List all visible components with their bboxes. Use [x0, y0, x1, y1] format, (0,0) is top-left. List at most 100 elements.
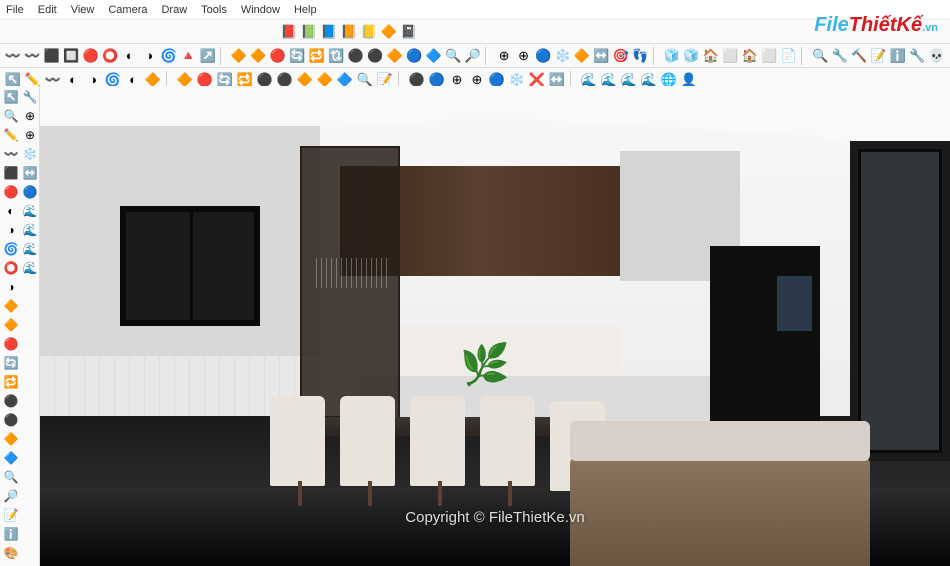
blue-icon[interactable]: 🔵	[534, 47, 551, 65]
info-icon[interactable]: ℹ️	[889, 47, 906, 65]
diamond-icon[interactable]: 🔶	[386, 47, 403, 65]
backsplash	[400, 326, 620, 376]
side-tool-14[interactable]: 🔄	[2, 354, 20, 372]
target-icon[interactable]: 🎯	[612, 47, 629, 65]
square-icon[interactable]: ⬜	[761, 47, 778, 65]
arc-icon[interactable]: ◐	[121, 47, 138, 65]
side-tool-2[interactable]: ✏️	[2, 126, 20, 144]
menu-file[interactable]: File	[6, 4, 24, 16]
house-icon[interactable]: 🏠	[741, 47, 758, 65]
side-tool-9[interactable]: ⭕	[2, 259, 20, 277]
viewport-3d[interactable]: Front Right Perspective	[40, 86, 950, 566]
page-icon[interactable]: 📄	[780, 47, 797, 65]
side-tool-19[interactable]: 🔷	[2, 449, 20, 467]
hammer-icon[interactable]: 🔨	[850, 47, 867, 65]
book-icon[interactable]: 📙	[340, 23, 358, 41]
cube-icon[interactable]: 🧊	[663, 47, 680, 65]
side-tool-32[interactable]: 🌊	[21, 221, 39, 239]
side-tool-33[interactable]: 🌊	[21, 240, 39, 258]
side-tool-1[interactable]: 🔍	[2, 107, 20, 125]
house-icon[interactable]: 🏠	[702, 47, 719, 65]
menu-camera[interactable]: Camera	[108, 4, 147, 16]
side-tool-29[interactable]: ↔️	[21, 164, 39, 182]
wave-icon[interactable]: 〰️	[4, 47, 21, 65]
scene-render: Front Right Perspective	[40, 86, 950, 566]
menu-window[interactable]: Window	[241, 4, 280, 16]
side-tool-10[interactable]: ◑	[2, 278, 20, 296]
side-tool-21[interactable]: 🔎	[2, 487, 20, 505]
search-icon[interactable]: 🔍	[811, 47, 828, 65]
zoom-icon[interactable]: 🔍	[445, 47, 462, 65]
side-tool-8[interactable]: 🌀	[2, 240, 20, 258]
menu-tools[interactable]: Tools	[201, 4, 227, 16]
menu-help[interactable]: Help	[294, 4, 317, 16]
square-icon[interactable]: ⬛	[43, 47, 60, 65]
side-tool-5[interactable]: 🔴	[2, 183, 20, 201]
move-icon[interactable]: 🔶	[230, 47, 247, 65]
side-tool-23[interactable]: ℹ️	[2, 525, 20, 543]
book-icon[interactable]: 📘	[320, 23, 338, 41]
arrow-icon[interactable]: ↗️	[199, 47, 216, 65]
book-icon[interactable]: 📕	[280, 23, 298, 41]
side-tool-15[interactable]: 🔁	[2, 373, 20, 391]
book-icon[interactable]: 📒	[360, 23, 378, 41]
side-tool-17[interactable]: ⚫	[2, 411, 20, 429]
side-tool-7[interactable]: ◑	[2, 221, 20, 239]
side-tool-3[interactable]: 〰️	[2, 145, 20, 163]
circle-icon[interactable]: 🔴	[82, 47, 99, 65]
wrench-icon[interactable]: 🔧	[909, 47, 926, 65]
side-tool-22[interactable]: 📝	[2, 506, 20, 524]
side-tool-16[interactable]: ⚫	[2, 392, 20, 410]
side-tool-4[interactable]: ⬛	[2, 164, 20, 182]
dot-icon[interactable]: ⚫	[347, 47, 364, 65]
side-tool-18[interactable]: 🔶	[2, 430, 20, 448]
watermark-text: Copyright © FileThietKe.vn	[405, 509, 584, 526]
book-icon[interactable]: 📗	[300, 23, 318, 41]
diamond-icon[interactable]: 🔶	[573, 47, 590, 65]
diamond-icon[interactable]: 🔷	[425, 47, 442, 65]
side-tool-28[interactable]: ❄️	[21, 145, 39, 163]
note-icon[interactable]: 📝	[870, 47, 887, 65]
arrows-icon[interactable]: ↔️	[593, 47, 610, 65]
side-tool-30[interactable]: 🔵	[21, 183, 39, 201]
rotate-icon[interactable]: 🔃	[328, 47, 345, 65]
diamond-icon[interactable]: 🔶	[380, 23, 398, 41]
menu-view[interactable]: View	[71, 4, 95, 16]
rect-icon[interactable]: 🔲	[62, 47, 79, 65]
blue-icon[interactable]: 🔵	[406, 47, 423, 65]
plus-icon[interactable]: ⊕	[515, 47, 532, 65]
side-tool-6[interactable]: ◐	[2, 202, 20, 220]
side-tool-27[interactable]: ⊕	[21, 126, 39, 144]
side-tool-11[interactable]: 🔶	[2, 297, 20, 315]
side-tool-25[interactable]: 🔧	[21, 88, 39, 106]
side-tool-0[interactable]: ↖️	[2, 88, 20, 106]
dot-icon[interactable]: 🔴	[269, 47, 286, 65]
side-tool-26[interactable]: ⊕	[21, 107, 39, 125]
side-tool-13[interactable]: 🔴	[2, 335, 20, 353]
book-icon[interactable]: 📓	[400, 23, 418, 41]
ring-icon[interactable]: ⭕	[101, 47, 118, 65]
skull-icon[interactable]: 💀	[928, 47, 945, 65]
plus-icon[interactable]: ⊕	[495, 47, 512, 65]
dot-icon[interactable]: ⚫	[367, 47, 384, 65]
square-icon[interactable]: ⬜	[722, 47, 739, 65]
spiral-icon[interactable]: 🌀	[160, 47, 177, 65]
arc-icon[interactable]: ◑	[140, 47, 157, 65]
menu-draw[interactable]: Draw	[161, 4, 187, 16]
side-tool-24[interactable]: 🎨	[2, 544, 20, 562]
triangle-icon[interactable]: 🔺	[179, 47, 196, 65]
rotate-icon[interactable]: 🔁	[308, 47, 325, 65]
snow-icon[interactable]: ❄️	[554, 47, 571, 65]
cube-icon[interactable]: 🧊	[683, 47, 700, 65]
side-tool-20[interactable]: 🔍	[2, 468, 20, 486]
move-icon[interactable]: 🔶	[250, 47, 267, 65]
side-tool-31[interactable]: 🌊	[21, 202, 39, 220]
wrench-icon[interactable]: 🔧	[831, 47, 848, 65]
menu-edit[interactable]: Edit	[38, 4, 57, 16]
rotate-icon[interactable]: 🔄	[289, 47, 306, 65]
side-tool-12[interactable]: 🔶	[2, 316, 20, 334]
side-tool-34[interactable]: 🌊	[21, 259, 39, 277]
wave-icon[interactable]: 〰️	[23, 47, 40, 65]
zoom-icon[interactable]: 🔎	[464, 47, 481, 65]
footprint-icon[interactable]: 👣	[632, 47, 649, 65]
